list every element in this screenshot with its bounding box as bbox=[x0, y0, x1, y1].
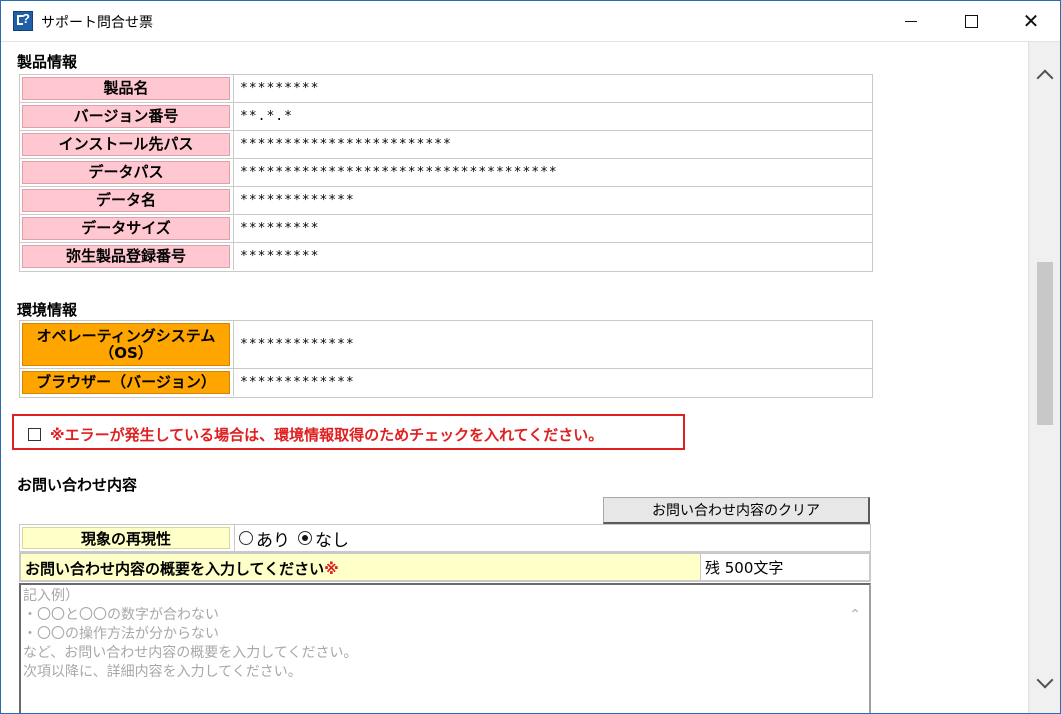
maximize-button[interactable] bbox=[941, 1, 1001, 41]
version-value: **.*.* bbox=[233, 103, 872, 130]
data-size-value: ********* bbox=[233, 215, 872, 242]
vertical-scrollbar[interactable] bbox=[1028, 42, 1060, 713]
browser-value: ************* bbox=[233, 369, 872, 396]
minimize-icon bbox=[905, 20, 917, 22]
radio-yes-label: あり bbox=[256, 530, 290, 551]
window-title: サポート問合せ票 bbox=[41, 15, 153, 31]
reproducibility-row: 現象の再現性 あり なし bbox=[19, 524, 871, 552]
scroll-up-button[interactable] bbox=[1029, 60, 1060, 90]
maximize-icon bbox=[964, 14, 978, 28]
os-value: ************* bbox=[233, 321, 872, 368]
radio-option-yes[interactable]: あり bbox=[239, 526, 290, 551]
required-mark: ※ bbox=[324, 560, 339, 578]
env-row-browser: ブラウザー（バージョン） ************* bbox=[20, 369, 872, 396]
chevron-down-icon bbox=[1036, 671, 1054, 688]
data-name-label: データ名 bbox=[22, 189, 230, 212]
os-label-line1: オペレーティングシステム bbox=[36, 326, 216, 345]
registration-number-value: ********* bbox=[233, 243, 872, 270]
radio-no-icon[interactable] bbox=[298, 531, 312, 545]
product-name-label: 製品名 bbox=[22, 77, 230, 100]
remaining-characters: 残 500文字 bbox=[700, 554, 869, 580]
summary-label: お問い合わせ内容の概要を入力してください※ bbox=[25, 558, 339, 579]
registration-number-label: 弥生製品登録番号 bbox=[22, 245, 230, 268]
summary-placeholder: 記入例） ・〇〇と〇〇の数字が合わない ・〇〇の操作方法が分からない など、お問… bbox=[23, 588, 358, 680]
os-label-line2: （OS） bbox=[99, 343, 153, 362]
minimize-button[interactable] bbox=[881, 1, 941, 41]
product-info-table: 製品名 ********* バージョン番号 **.*.* インストール先パス *… bbox=[19, 74, 873, 272]
scrollbar-thumb[interactable] bbox=[1037, 262, 1053, 425]
error-check-box: ※エラーが発生している場合は、環境情報取得のためチェックを入れてください。 bbox=[12, 414, 685, 450]
app-icon bbox=[13, 11, 33, 31]
data-path-label: データパス bbox=[22, 161, 230, 184]
clear-inquiry-button[interactable]: お問い合わせ内容のクリア bbox=[603, 497, 870, 524]
install-path-value: ************************ bbox=[233, 131, 872, 158]
form-content: 製品情報 製品名 ********* バージョン番号 **.*.* インストール… bbox=[1, 42, 1028, 713]
product-row-name: 製品名 ********* bbox=[20, 75, 872, 102]
close-button[interactable]: ✕ bbox=[1001, 1, 1060, 41]
radio-no-label: なし bbox=[315, 530, 349, 551]
error-check-label[interactable]: ※エラーが発生している場合は、環境情報取得のためチェックを入れてください。 bbox=[50, 424, 603, 445]
radio-option-no[interactable]: なし bbox=[298, 526, 349, 551]
environment-section-title: 環境情報 bbox=[17, 301, 78, 319]
environment-info-table: オペレーティングシステム （OS） ************* ブラウザー（バー… bbox=[19, 320, 873, 398]
os-label: オペレーティングシステム （OS） bbox=[22, 323, 230, 366]
reproducibility-label: 現象の再現性 bbox=[22, 527, 230, 549]
data-name-value: ************* bbox=[233, 187, 872, 214]
summary-textarea[interactable]: 記入例） ・〇〇と〇〇の数字が合わない ・〇〇の操作方法が分からない など、お問… bbox=[19, 583, 871, 713]
support-inquiry-window: サポート問合せ票 ✕ 製品情報 製品名 ********* バージョン番号 **… bbox=[0, 0, 1061, 714]
error-checkbox[interactable] bbox=[28, 428, 41, 441]
scroll-down-button[interactable] bbox=[1029, 667, 1060, 697]
inquiry-section-title: お問い合わせ内容 bbox=[17, 476, 138, 494]
product-row-registration: 弥生製品登録番号 ********* bbox=[20, 243, 872, 270]
product-row-data-path: データパス **********************************… bbox=[20, 159, 872, 186]
close-icon: ✕ bbox=[1022, 9, 1040, 33]
product-section-title: 製品情報 bbox=[17, 53, 78, 71]
product-name-value: ********* bbox=[233, 75, 872, 102]
install-path-label: インストール先パス bbox=[22, 133, 230, 156]
title-bar[interactable]: サポート問合せ票 ✕ bbox=[1, 1, 1060, 42]
product-row-data-size: データサイズ ********* bbox=[20, 215, 872, 242]
env-row-os: オペレーティングシステム （OS） ************* bbox=[20, 321, 872, 368]
product-row-version: バージョン番号 **.*.* bbox=[20, 103, 872, 130]
data-size-label: データサイズ bbox=[22, 217, 230, 240]
summary-label-text: お問い合わせ内容の概要を入力してください bbox=[25, 560, 325, 578]
chevron-up-icon bbox=[1036, 69, 1054, 86]
product-row-data-name: データ名 ************* bbox=[20, 187, 872, 214]
textarea-scroll-up-icon[interactable]: ⌃ bbox=[849, 607, 861, 623]
browser-label: ブラウザー（バージョン） bbox=[22, 371, 230, 394]
reproducibility-radio-group: あり なし bbox=[234, 525, 357, 551]
product-row-install-path: インストール先パス ************************ bbox=[20, 131, 872, 158]
data-path-value: ************************************ bbox=[233, 159, 872, 186]
version-label: バージョン番号 bbox=[22, 105, 230, 128]
radio-yes-icon[interactable] bbox=[239, 531, 253, 545]
summary-header: お問い合わせ内容の概要を入力してください※ 残 500文字 bbox=[19, 552, 871, 582]
